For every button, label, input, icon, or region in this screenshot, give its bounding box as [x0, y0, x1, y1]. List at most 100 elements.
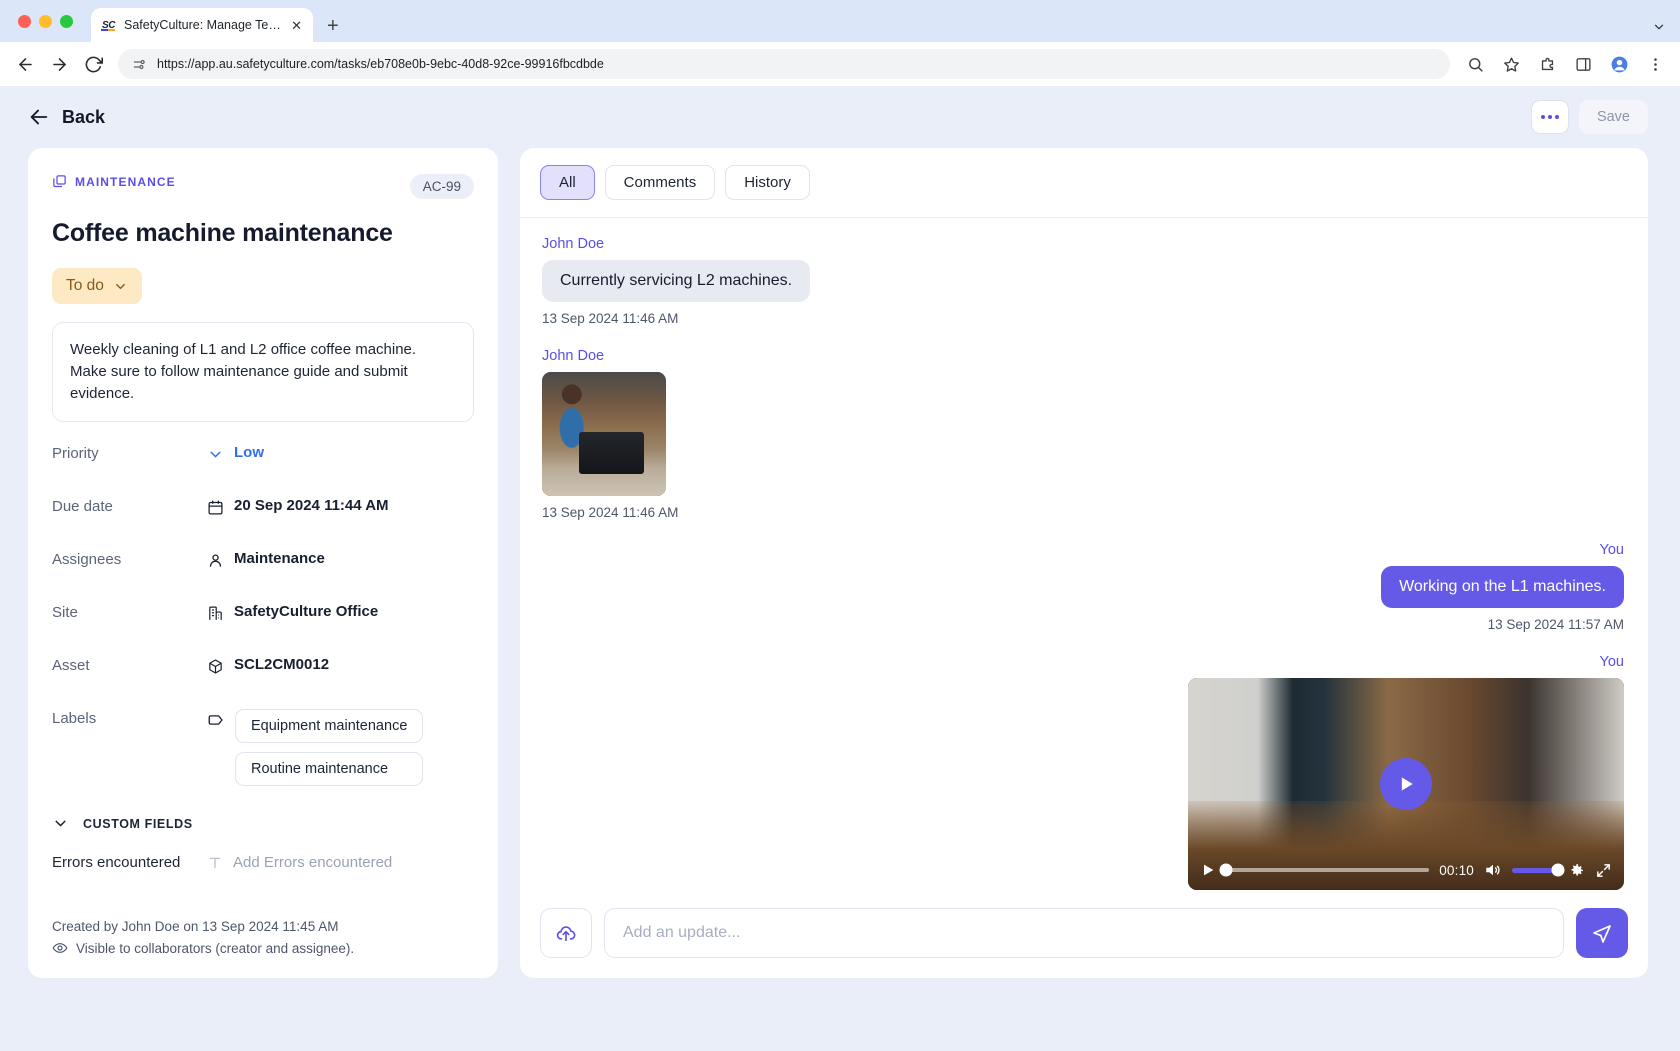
close-tab-icon[interactable]: ✕	[289, 17, 304, 34]
field-label: Assignees	[52, 550, 207, 568]
message-item: You 00:10	[542, 654, 1624, 894]
cube-icon	[207, 656, 224, 677]
field-label: Due date	[52, 497, 207, 515]
close-window-button[interactable]	[18, 15, 31, 28]
field-row-labels: Labels Equipment maintenance Routine mai…	[52, 709, 474, 786]
field-row-due-date: Due date 20 Sep 2024 11:44 AM	[52, 497, 474, 531]
back-button[interactable]: Back	[28, 106, 105, 128]
field-value-text: SafetyCulture Office	[234, 603, 378, 620]
message-item: John Doe Currently servicing L2 machines…	[542, 236, 1624, 326]
extensions-icon[interactable]	[1532, 49, 1562, 79]
fullscreen-icon[interactable]	[1595, 862, 1612, 879]
forward-navigation-icon[interactable]	[44, 49, 74, 79]
minimize-window-button[interactable]	[39, 15, 52, 28]
maximize-window-button[interactable]	[60, 15, 73, 28]
browser-tab[interactable]: SC SafetyCulture: Manage Teams and... ✕	[91, 8, 313, 42]
message-bubble: Working on the L1 machines.	[1381, 566, 1624, 608]
task-card-footer: Created by John Doe on 13 Sep 2024 11:45…	[52, 919, 474, 978]
task-code-badge: AC-99	[410, 174, 474, 199]
side-panel-icon[interactable]	[1568, 49, 1598, 79]
cloud-upload-icon	[555, 922, 577, 944]
label-chip[interactable]: Routine maintenance	[235, 752, 423, 786]
custom-fields-label: CUSTOM FIELDS	[83, 817, 193, 831]
priority-value[interactable]: Low	[207, 444, 264, 465]
save-button[interactable]: Save	[1579, 100, 1648, 134]
maintenance-template-icon	[52, 174, 67, 189]
more-dot	[1541, 115, 1545, 119]
field-label: Site	[52, 603, 207, 621]
field-row-assignees: Assignees Maintenance	[52, 550, 474, 584]
video-progress-slider[interactable]	[1226, 868, 1429, 872]
profile-avatar-icon[interactable]	[1604, 49, 1634, 79]
volume-slider[interactable]	[1512, 868, 1558, 873]
message-timestamp: 13 Sep 2024 11:46 AM	[542, 311, 1624, 326]
arrow-left-icon	[28, 106, 50, 128]
new-tab-button[interactable]: +	[327, 16, 339, 36]
message-timestamp: 13 Sep 2024 11:57 AM	[542, 617, 1624, 632]
field-label: Labels	[52, 709, 207, 727]
message-item: You Working on the L1 machines. 13 Sep 2…	[542, 542, 1624, 632]
visibility-row: Visible to collaborators (creator and as…	[52, 940, 474, 956]
volume-handle[interactable]	[1552, 864, 1565, 877]
due-date-value[interactable]: 20 Sep 2024 11:44 AM	[207, 497, 389, 518]
safetyculture-favicon: SC	[100, 17, 117, 34]
more-options-button[interactable]	[1531, 100, 1569, 134]
assignees-value[interactable]: Maintenance	[207, 550, 325, 571]
field-value-text: 20 Sep 2024 11:44 AM	[234, 497, 389, 514]
custom-fields-toggle[interactable]: CUSTOM FIELDS	[52, 815, 474, 832]
chevron-down-icon	[113, 279, 128, 294]
more-dot	[1548, 115, 1552, 119]
address-bar[interactable]: https://app.au.safetyculture.com/tasks/e…	[118, 49, 1450, 79]
message-author[interactable]: John Doe	[542, 236, 1624, 252]
task-page-header: Back Save	[0, 86, 1680, 148]
labels-value: Equipment maintenance Routine maintenanc…	[207, 709, 423, 786]
browser-tab-title: SafetyCulture: Manage Teams and...	[124, 18, 282, 32]
upload-attachment-button[interactable]	[540, 908, 592, 958]
back-navigation-icon[interactable]	[10, 49, 40, 79]
message-author: You	[542, 654, 1624, 670]
building-icon	[207, 603, 224, 624]
play-icon[interactable]	[1200, 862, 1216, 878]
field-row-site: Site SafetyCulture Office	[52, 603, 474, 637]
zoom-icon[interactable]	[1460, 49, 1490, 79]
message-author[interactable]: John Doe	[542, 348, 1624, 364]
message-video-attachment[interactable]: 00:10	[1188, 678, 1624, 890]
status-dropdown[interactable]: To do	[52, 268, 142, 304]
tab-list-chevron-down-icon[interactable]	[1652, 20, 1666, 34]
chrome-menu-icon[interactable]	[1640, 49, 1670, 79]
task-content: MAINTENANCE AC-99 Coffee machine mainten…	[0, 148, 1680, 1051]
site-value[interactable]: SafetyCulture Office	[207, 603, 378, 624]
send-icon	[1590, 921, 1614, 945]
send-button[interactable]	[1576, 908, 1628, 958]
field-row-asset: Asset SCL2CM0012	[52, 656, 474, 690]
custom-field-input[interactable]: Add Errors encountered	[207, 854, 392, 871]
tab-comments[interactable]: Comments	[605, 165, 716, 200]
volume-icon[interactable]	[1484, 861, 1502, 879]
activity-feed: John Doe Currently servicing L2 machines…	[520, 218, 1648, 894]
task-description[interactable]: Weekly cleaning of L1 and L2 office coff…	[52, 322, 474, 422]
label-chip-list: Equipment maintenance Routine maintenanc…	[235, 709, 423, 786]
field-value-text: Low	[234, 444, 264, 461]
tab-all[interactable]: All	[540, 165, 595, 200]
site-settings-icon[interactable]	[132, 57, 147, 72]
play-icon	[1396, 774, 1416, 794]
gear-icon[interactable]	[1568, 862, 1585, 879]
bookmark-star-icon[interactable]	[1496, 49, 1526, 79]
video-play-overlay-button[interactable]	[1380, 758, 1432, 810]
asset-value[interactable]: SCL2CM0012	[207, 656, 329, 677]
task-details-card: MAINTENANCE AC-99 Coffee machine mainten…	[28, 148, 498, 978]
toolbar-right-icons	[1460, 49, 1670, 79]
video-progress-handle[interactable]	[1220, 864, 1233, 877]
field-label: Priority	[52, 444, 207, 462]
update-input[interactable]	[604, 908, 1564, 958]
message-image-attachment[interactable]	[542, 372, 666, 496]
video-time: 00:10	[1439, 863, 1474, 878]
created-by-text: Created by John Doe on 13 Sep 2024 11:45…	[52, 919, 474, 934]
video-controls: 00:10	[1188, 850, 1624, 890]
reload-icon[interactable]	[78, 49, 108, 79]
custom-field-name: Errors encountered	[52, 854, 207, 871]
label-chip[interactable]: Equipment maintenance	[235, 709, 423, 743]
tab-history[interactable]: History	[725, 165, 810, 200]
chevron-down-icon	[52, 815, 69, 832]
field-label: Asset	[52, 656, 207, 674]
